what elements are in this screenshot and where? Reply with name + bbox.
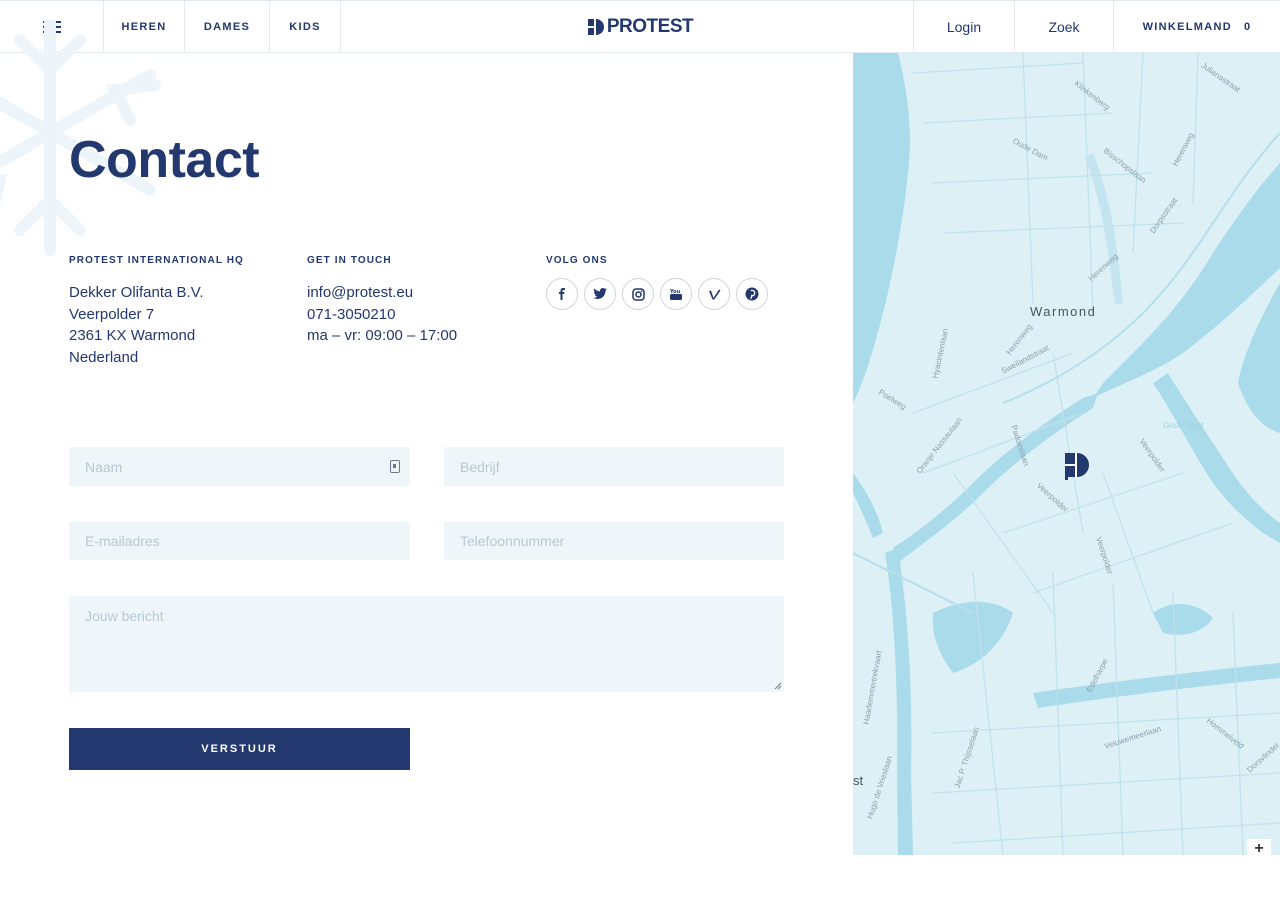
zoom-in-button[interactable]: + (1247, 839, 1271, 855)
youtube-icon[interactable]: You (660, 278, 692, 310)
location-marker (1065, 453, 1089, 480)
social-block: Volg ons You (546, 255, 768, 310)
site-header: Heren Dames Kids PROTEST Login Zoek Wink… (0, 0, 1280, 53)
hq-address-block: Protest International HQ Dekker Olifanta… (69, 255, 244, 366)
email-field[interactable] (69, 522, 410, 560)
twitter-icon[interactable] (584, 278, 616, 310)
nav-dames[interactable]: Dames (185, 1, 270, 53)
message-field[interactable] (69, 596, 784, 692)
vimeo-icon[interactable] (698, 278, 730, 310)
facebook-icon[interactable] (546, 278, 578, 310)
resize-grip-icon[interactable] (772, 680, 782, 690)
contact-block: Get in touch info@protest.eu 071-3050210… (307, 255, 457, 347)
map-place-label: Warmond (1030, 304, 1097, 319)
phone-link[interactable]: 071-3050210 (307, 304, 457, 326)
instagram-icon[interactable] (622, 278, 654, 310)
nav-kids[interactable]: Kids (270, 1, 341, 53)
page-title: Contact (69, 131, 260, 189)
protest-logo[interactable]: PROTEST (560, 1, 720, 53)
name-field[interactable] (69, 447, 410, 486)
cart-count: 0 (1243, 21, 1252, 33)
map-canvas (853, 53, 1280, 855)
search-link[interactable]: Zoek (1015, 1, 1114, 53)
map-label-fragment: st (853, 773, 864, 788)
opening-hours: ma – vr: 09:00 – 17:00 (307, 327, 458, 344)
protest-logo-icon (587, 19, 604, 35)
pinterest-icon[interactable] (736, 278, 768, 310)
location-map[interactable]: Warmond Klinkenberg Julianastraat Oude D… (853, 53, 1280, 855)
submit-button[interactable]: Verstuur (69, 728, 410, 770)
water-label: Grote Sloot (1163, 421, 1204, 430)
cart-link[interactable]: Winkelmand 0 (1114, 1, 1280, 53)
phone-field[interactable] (444, 522, 784, 560)
contact-card-icon[interactable] (390, 460, 400, 473)
login-link[interactable]: Login (913, 1, 1015, 53)
email-link[interactable]: info@protest.eu (307, 282, 457, 304)
company-field[interactable] (444, 447, 784, 486)
